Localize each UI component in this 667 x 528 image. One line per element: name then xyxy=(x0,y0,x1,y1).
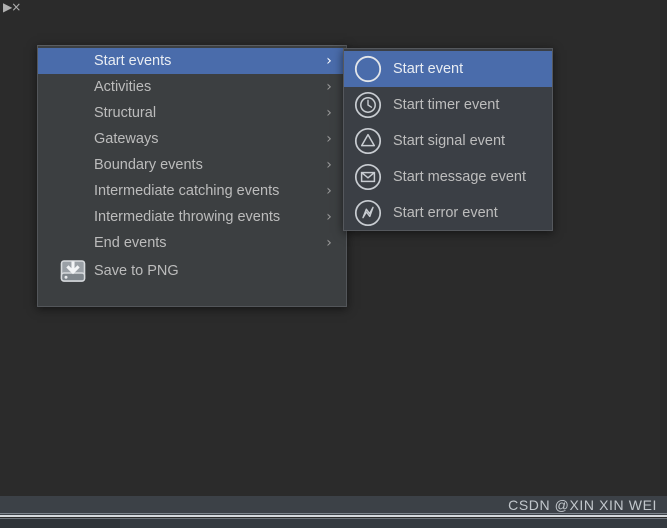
menu-item-boundary-events[interactable]: Boundary events › xyxy=(38,152,346,178)
bpmn-start-signal-event-icon xyxy=(352,125,384,157)
menu-item-save-to-png[interactable]: Save to PNG xyxy=(38,256,346,286)
chevron-right-icon: › xyxy=(326,209,332,225)
bpmn-start-event-icon xyxy=(352,53,384,85)
menu-item-end-events[interactable]: End events › xyxy=(38,230,346,256)
corner-marker-icon: ▶× xyxy=(3,0,21,14)
context-menu[interactable]: Start events › Activities › Structural ›… xyxy=(37,45,347,307)
chevron-right-icon: › xyxy=(326,105,332,121)
bpmn-start-message-event-icon xyxy=(352,161,384,193)
submenu-item-label: Start timer event xyxy=(393,97,500,113)
submenu-item-start-message-event[interactable]: Start message event xyxy=(344,159,552,195)
bottom-bar-left-segment xyxy=(0,519,120,528)
bpmn-start-timer-event-icon xyxy=(352,89,384,121)
app-window: ▶× Start events › Activities › Structura… xyxy=(0,0,667,528)
menu-item-label: Intermediate throwing events xyxy=(94,209,281,225)
submenu-start-events[interactable]: Start event Start timer event Start sign… xyxy=(343,48,553,231)
submenu-item-start-timer-event[interactable]: Start timer event xyxy=(344,87,552,123)
submenu-item-label: Start error event xyxy=(393,205,498,221)
menu-item-label: Activities xyxy=(94,79,152,95)
submenu-item-label: Start signal event xyxy=(393,133,506,149)
submenu-item-start-error-event[interactable]: Start error event xyxy=(344,195,552,231)
submenu-item-label: Start event xyxy=(393,61,464,77)
menu-item-intermediate-catching-events[interactable]: Intermediate catching events › xyxy=(38,178,346,204)
watermark-text: CSDN @XIN XIN WEI xyxy=(508,497,657,513)
menu-item-label: Start events xyxy=(94,53,172,69)
bpmn-start-error-event-icon xyxy=(352,197,384,229)
save-to-disk-icon xyxy=(60,259,86,283)
menu-item-activities[interactable]: Activities › xyxy=(38,74,346,100)
chevron-right-icon: › xyxy=(326,53,332,69)
submenu-item-start-event[interactable]: Start event xyxy=(344,51,552,87)
chevron-right-icon: › xyxy=(326,157,332,173)
menu-item-structural[interactable]: Structural › xyxy=(38,100,346,126)
menu-item-label: Boundary events xyxy=(94,157,203,173)
menu-item-label: End events xyxy=(94,235,167,251)
divider-line-middle xyxy=(0,515,667,517)
menu-item-gateways[interactable]: Gateways › xyxy=(38,126,346,152)
menu-item-label: Structural xyxy=(94,105,157,121)
chevron-right-icon: › xyxy=(326,131,332,147)
menu-item-label: Intermediate catching events xyxy=(94,183,280,199)
chevron-right-icon: › xyxy=(326,235,332,251)
menu-item-label: Gateways xyxy=(94,131,159,147)
menu-item-start-events[interactable]: Start events › xyxy=(38,48,346,74)
chevron-right-icon: › xyxy=(326,79,332,95)
menu-item-intermediate-throwing-events[interactable]: Intermediate throwing events › xyxy=(38,204,346,230)
submenu-item-label: Start message event xyxy=(393,169,526,185)
chevron-right-icon: › xyxy=(326,183,332,199)
submenu-item-start-signal-event[interactable]: Start signal event xyxy=(344,123,552,159)
divider-line-top xyxy=(0,513,667,514)
